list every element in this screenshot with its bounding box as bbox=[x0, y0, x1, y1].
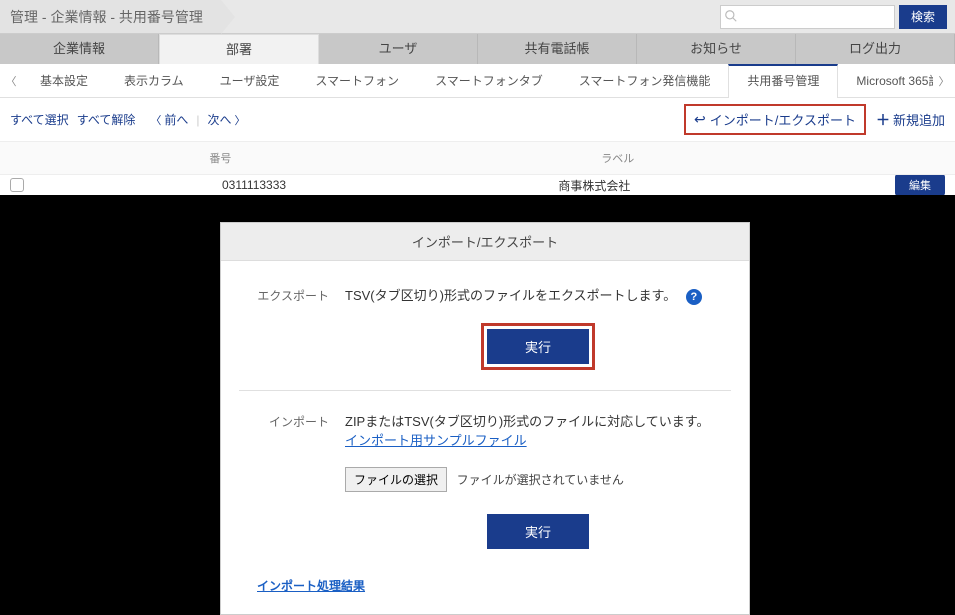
file-status-text: ファイルが選択されていません bbox=[457, 473, 624, 487]
subtab-smartphone-call[interactable]: スマートフォン発信機能 bbox=[561, 64, 729, 98]
scroll-right-button[interactable]: 〉 bbox=[933, 64, 955, 98]
dialog-separator bbox=[239, 390, 731, 391]
import-execute-button[interactable]: 実行 bbox=[487, 514, 589, 549]
subtab-basic-settings[interactable]: 基本設定 bbox=[22, 64, 106, 98]
subtab-m365[interactable]: Microsoft 365設定 bbox=[838, 64, 933, 98]
table-row: 0311113333 商事株式会社 編集 bbox=[0, 175, 955, 195]
import-result-link[interactable]: インポート処理結果 bbox=[257, 577, 365, 594]
tab-log-output[interactable]: ログ出力 bbox=[796, 34, 955, 64]
search-input[interactable] bbox=[720, 5, 895, 29]
toolbar: すべて選択 すべて解除 〈 前へ | 次へ 〉 ↩ インポート/エクスポート ＋… bbox=[0, 98, 955, 142]
dialog-title: インポート/エクスポート bbox=[221, 223, 749, 261]
import-section-label: インポート bbox=[239, 411, 329, 549]
add-new-button[interactable]: ＋ 新規追加 bbox=[876, 110, 945, 130]
subtab-smartphone-tab[interactable]: スマートフォンタブ bbox=[417, 64, 561, 98]
export-execute-highlight: 実行 bbox=[481, 323, 595, 370]
import-export-button[interactable]: ↩ インポート/エクスポート bbox=[684, 104, 866, 135]
chevron-right-icon: 〉 bbox=[939, 73, 950, 89]
col-header-number: 番号 bbox=[10, 150, 431, 166]
pager-next[interactable]: 次へ bbox=[208, 111, 232, 128]
import-description: ZIPまたはTSV(タブ区切り)形式のファイルに対応しています。 bbox=[345, 411, 731, 430]
subtab-smartphone[interactable]: スマートフォン bbox=[297, 64, 417, 98]
chevron-left-icon: 〈 bbox=[6, 73, 17, 89]
row-checkbox[interactable] bbox=[10, 178, 24, 192]
header-bar: 管理 - 企業情報 - 共用番号管理 検索 bbox=[0, 0, 955, 34]
deselect-all-link[interactable]: すべて解除 bbox=[77, 111, 136, 128]
sub-tabs-row: 〈 基本設定 表示カラム ユーザ設定 スマートフォン スマートフォンタブ スマー… bbox=[0, 64, 955, 98]
help-icon[interactable]: ? bbox=[686, 289, 702, 305]
plus-icon: ＋ bbox=[876, 110, 890, 130]
tab-user[interactable]: ユーザ bbox=[319, 34, 478, 64]
scroll-left-button[interactable]: 〈 bbox=[0, 64, 22, 98]
export-execute-button[interactable]: 実行 bbox=[487, 329, 589, 364]
subtab-shared-number[interactable]: 共用番号管理 bbox=[728, 64, 838, 98]
table-header: 番号 ラベル bbox=[0, 142, 955, 175]
subtab-user-settings[interactable]: ユーザ設定 bbox=[202, 64, 298, 98]
breadcrumb: 管理 - 企業情報 - 共用番号管理 bbox=[0, 0, 221, 33]
search-button[interactable]: 検索 bbox=[899, 5, 947, 29]
tab-company-info[interactable]: 企業情報 bbox=[0, 34, 159, 64]
tab-department[interactable]: 部署 bbox=[159, 34, 319, 64]
reply-arrow-icon: ↩ bbox=[694, 111, 706, 128]
row-label-value: 商事株式会社 bbox=[443, 177, 895, 194]
edit-button[interactable]: 編集 bbox=[895, 175, 945, 195]
search-icon bbox=[724, 9, 738, 23]
export-section-label: エクスポート bbox=[239, 285, 329, 370]
primary-tabs: 企業情報 部署 ユーザ 共有電話帳 お知らせ ログ出力 bbox=[0, 34, 955, 64]
col-header-label: ラベル bbox=[431, 150, 805, 166]
select-all-link[interactable]: すべて選択 bbox=[10, 111, 69, 128]
tab-shared-phonebook[interactable]: 共有電話帳 bbox=[478, 34, 637, 64]
pager-prev[interactable]: 前へ bbox=[164, 111, 188, 128]
pager-next-chevron-icon: 〉 bbox=[235, 112, 246, 128]
row-number-value: 0311113333 bbox=[32, 178, 443, 192]
tab-announcements[interactable]: お知らせ bbox=[637, 34, 796, 64]
file-choose-button[interactable]: ファイルの選択 bbox=[345, 467, 447, 492]
subtab-display-columns[interactable]: 表示カラム bbox=[106, 64, 202, 98]
import-export-dialog: インポート/エクスポート エクスポート TSV(タブ区切り)形式のファイルをエク… bbox=[220, 222, 750, 615]
export-description: TSV(タブ区切り)形式のファイルをエクスポートします。 bbox=[345, 288, 676, 303]
import-sample-link[interactable]: インポート用サンプルファイル bbox=[345, 433, 527, 448]
pager-prev-chevron-icon: 〈 bbox=[150, 112, 161, 128]
